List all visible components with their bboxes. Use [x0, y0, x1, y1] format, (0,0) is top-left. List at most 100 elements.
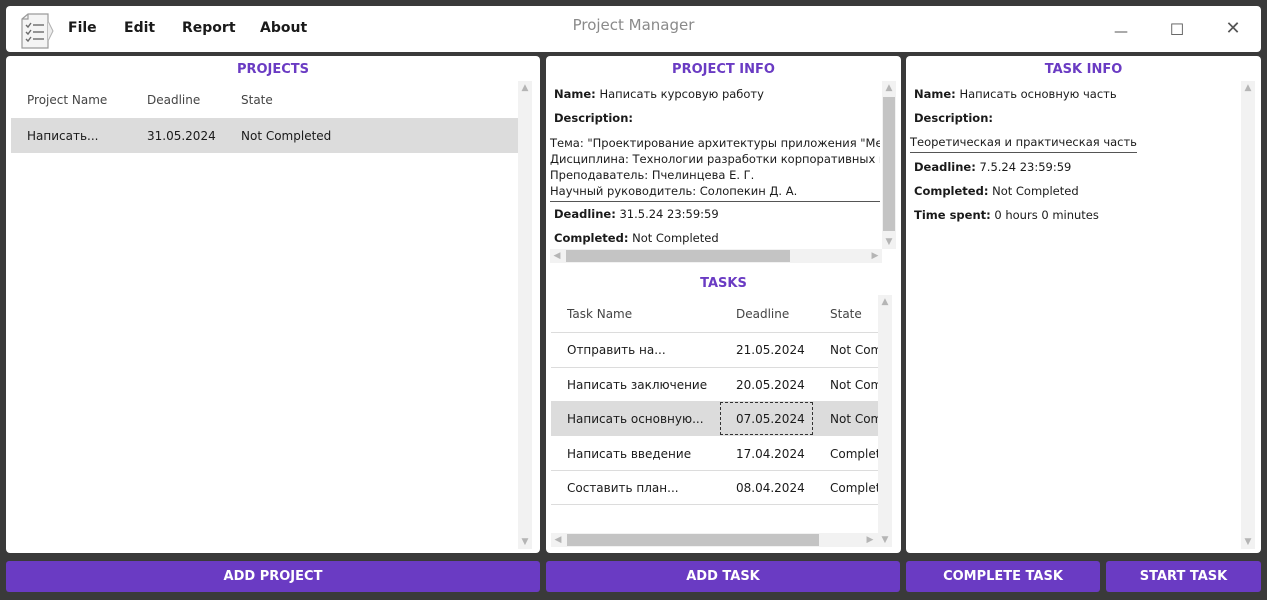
- scroll-down-icon[interactable]: ▼: [882, 235, 896, 249]
- cell-task-name: Написать заключение: [567, 378, 708, 392]
- task-info-vertical-scrollbar[interactable]: ▲ ▼: [1241, 81, 1255, 549]
- cell-deadline: 21.05.2024: [736, 343, 805, 357]
- task-description-label: Description:: [914, 111, 993, 125]
- scroll-left-icon[interactable]: ◀: [550, 249, 564, 263]
- task-completed-label: Completed:: [914, 184, 989, 198]
- cell-state: Not Com: [830, 412, 878, 426]
- cell-task-name: Отправить на...: [567, 343, 666, 357]
- divider: [551, 504, 878, 505]
- table-row[interactable]: Написать... 31.05.2024 Not Completed: [11, 119, 518, 153]
- project-name-field: Name: Написать курсовую работу: [554, 87, 764, 101]
- add-task-button[interactable]: ADD TASK: [546, 561, 900, 592]
- project-name-value: Написать курсовую работу: [599, 87, 764, 101]
- scroll-down-icon[interactable]: ▼: [878, 533, 892, 547]
- task-completed-field: Completed: Not Completed: [914, 184, 1079, 198]
- projects-title: PROJECTS: [236, 62, 310, 77]
- project-deadline-field: Deadline: 31.5.24 23:59:59: [554, 207, 719, 221]
- cell-state: Complet: [830, 447, 878, 461]
- projects-vertical-scrollbar[interactable]: ▲ ▼: [518, 81, 532, 549]
- project-deadline-label: Deadline:: [554, 207, 616, 221]
- project-info-content: Name: Написать курсовую работу Descripti…: [546, 81, 880, 249]
- scrollbar-thumb[interactable]: [567, 534, 819, 546]
- cell-state: Not Completed: [241, 129, 332, 143]
- project-completed-field: Completed: Not Completed: [554, 231, 719, 245]
- table-row-selected[interactable]: Написать основную... 07.05.2024 Not Com: [551, 402, 878, 435]
- cell-deadline: 20.05.2024: [736, 378, 805, 392]
- table-row[interactable]: Составить план... 08.04.2024 Complet: [551, 471, 878, 504]
- scroll-up-icon[interactable]: ▲: [882, 81, 896, 95]
- project-info-title: PROJECT INFO: [672, 62, 775, 77]
- task-name-value: Написать основную часть: [959, 87, 1117, 101]
- start-task-button[interactable]: START TASK: [1106, 561, 1261, 592]
- scrollbar-thumb[interactable]: [566, 250, 790, 262]
- cell-task-name: Написать введение: [567, 447, 692, 461]
- cell-task-name: Написать основную...: [567, 412, 704, 426]
- maximize-icon[interactable]: ☐: [1163, 16, 1191, 44]
- project-completed-label: Completed:: [554, 231, 629, 245]
- scroll-left-icon[interactable]: ◀: [551, 533, 565, 547]
- table-row[interactable]: Написать введение 17.04.2024 Complet: [551, 436, 878, 470]
- cell-task-name: Составить план...: [567, 481, 679, 495]
- project-info-vertical-scrollbar[interactable]: ▲ ▼: [882, 81, 896, 249]
- description-line: Дисциплина: Технологии разработки корпор…: [550, 152, 880, 166]
- task-description-text: Теоретическая и практическая часть: [910, 135, 1137, 153]
- scroll-down-icon[interactable]: ▼: [518, 535, 532, 549]
- task-deadline-value: 7.5.24 23:59:59: [979, 160, 1072, 174]
- tasks-vertical-scrollbar[interactable]: ▲: [878, 295, 892, 533]
- column-header-state[interactable]: State: [830, 307, 862, 321]
- cell-deadline: 07.05.2024: [736, 412, 805, 426]
- cell-focus[interactable]: 07.05.2024: [720, 402, 813, 435]
- cell-deadline: 17.04.2024: [736, 447, 805, 461]
- scrollbar-thumb[interactable]: [883, 97, 895, 231]
- window-title: Project Manager: [572, 16, 695, 34]
- task-name-label: Name:: [914, 87, 956, 101]
- table-row[interactable]: Отправить на... 21.05.2024 Not Com: [551, 333, 878, 367]
- task-info-title: TASK INFO: [1044, 62, 1123, 77]
- tasks-grid-header: Task Name Deadline State: [551, 295, 878, 332]
- scroll-right-icon[interactable]: ▶: [868, 249, 882, 263]
- project-info-panel: PROJECT INFO Name: Написать курсовую раб…: [546, 56, 901, 553]
- description-line: Преподаватель: Пчелинцева Е. Г.: [550, 168, 755, 182]
- minimize-icon[interactable]: —: [1107, 18, 1135, 46]
- projects-panel: PROJECTS Project Name Deadline State Нап…: [6, 56, 540, 553]
- complete-task-button[interactable]: COMPLETE TASK: [906, 561, 1100, 592]
- scroll-right-icon[interactable]: ▶: [863, 533, 877, 547]
- add-project-button[interactable]: ADD PROJECT: [6, 561, 540, 592]
- task-time-spent-field: Time spent: 0 hours 0 minutes: [914, 208, 1099, 222]
- scroll-down-icon[interactable]: ▼: [1241, 535, 1255, 549]
- column-header-project-name[interactable]: Project Name: [27, 93, 107, 107]
- task-info-panel: TASK INFO Name: Написать основную часть …: [906, 56, 1261, 553]
- description-line: Тема: "Проектирование архитектуры прилож…: [550, 136, 880, 150]
- project-info-horizontal-scrollbar[interactable]: ◀ ▶: [550, 249, 882, 263]
- project-description-label: Description:: [554, 111, 633, 125]
- task-completed-value: Not Completed: [992, 184, 1079, 198]
- cell-state: Not Com: [830, 378, 878, 392]
- description-line: Научный руководитель: Солопекин Д. А.: [550, 184, 798, 198]
- task-time-spent-label: Time spent:: [914, 208, 991, 222]
- column-header-task-name[interactable]: Task Name: [567, 307, 632, 321]
- scroll-up-icon[interactable]: ▲: [518, 81, 532, 95]
- tasks-title: TASKS: [700, 276, 747, 291]
- project-completed-value: Not Completed: [632, 231, 719, 245]
- scroll-up-icon[interactable]: ▲: [878, 295, 892, 309]
- cell-state: Not Com: [830, 343, 878, 357]
- task-name-field: Name: Написать основную часть: [914, 87, 1117, 101]
- project-name-label: Name:: [554, 87, 596, 101]
- column-header-state[interactable]: State: [241, 93, 273, 107]
- table-row[interactable]: Написать заключение 20.05.2024 Not Com: [551, 368, 878, 401]
- scroll-up-icon[interactable]: ▲: [1241, 81, 1255, 95]
- divider: [550, 201, 880, 202]
- cell-deadline: 31.05.2024: [147, 129, 216, 143]
- task-deadline-field: Deadline: 7.5.24 23:59:59: [914, 160, 1071, 174]
- column-header-deadline[interactable]: Deadline: [147, 93, 200, 107]
- column-header-deadline[interactable]: Deadline: [736, 307, 789, 321]
- task-deadline-label: Deadline:: [914, 160, 976, 174]
- cell-state: Complet: [830, 481, 878, 495]
- cell-deadline: 08.04.2024: [736, 481, 805, 495]
- project-deadline-value: 31.5.24 23:59:59: [619, 207, 719, 221]
- close-icon[interactable]: ✕: [1219, 15, 1247, 43]
- tasks-horizontal-scrollbar[interactable]: ◀ ▶ ▼: [551, 533, 892, 547]
- project-description-text: Тема: "Проектирование архитектуры прилож…: [550, 135, 880, 199]
- projects-grid-header: Project Name Deadline State: [11, 81, 518, 118]
- tasks-grid: Task Name Deadline State Отправить на...…: [551, 295, 878, 533]
